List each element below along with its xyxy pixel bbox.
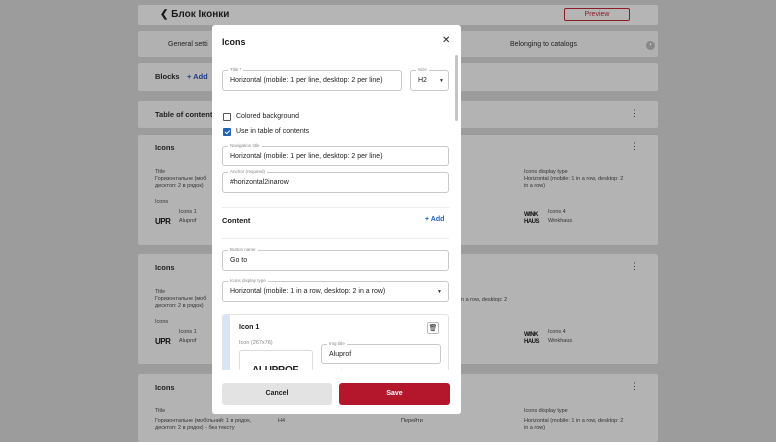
colored-background-label: Colored background	[236, 113, 300, 120]
card-title: Icons	[155, 143, 175, 152]
title-value-line2: десктоп: 2 в рядок)	[155, 303, 204, 309]
winkhaus-logo: WINK HAUS	[524, 212, 540, 225]
title-field-value: Horizontal (mobile: 1 per line, desktop:…	[230, 77, 383, 84]
title-value: Горизонтальне (мобільний: 1 в рядок,	[155, 418, 252, 424]
more-vertical-icon[interactable]: ⋮	[630, 261, 639, 272]
icon-4-label: Icons 4	[548, 209, 566, 215]
icon-1-label: Icons 1	[179, 329, 197, 335]
modal-footer: Cancel Save	[212, 370, 461, 414]
icon-1-name: Aluprof	[179, 218, 197, 224]
tab-more-icon[interactable]: ‹	[646, 41, 655, 50]
divider	[222, 207, 449, 208]
save-button[interactable]: Save	[339, 383, 450, 405]
title-value: Горизонтальне (моб	[155, 176, 207, 182]
display-type-value: Horizontal (mobile: 1 in a row, desktop:…	[524, 176, 624, 182]
more-vertical-icon[interactable]: ⋮	[630, 141, 639, 152]
aluprof-logo: UPR	[155, 217, 171, 226]
anchor-label: Anchor (required)	[228, 169, 268, 174]
use-in-toc-checkbox[interactable]	[223, 128, 231, 136]
title-label: Title	[155, 289, 166, 295]
anchor-value: #horizontal2inarow	[230, 179, 289, 186]
icon-4-name: Winkhaus	[548, 338, 573, 344]
heading-value: H4	[278, 418, 286, 424]
add-content-button[interactable]: + Add	[425, 216, 444, 223]
size-select-label: Size	[416, 67, 429, 72]
img-title-field[interactable]: Img title Aluprof	[321, 341, 441, 364]
aluprof-logo: UPR	[155, 337, 171, 346]
preview-button[interactable]: Preview	[564, 8, 630, 21]
title-label: Title	[155, 408, 166, 414]
button-name-value: Go to	[230, 257, 248, 264]
icon-4-name: Winkhaus	[548, 218, 573, 224]
display-type-value: Horizontal (mobile: 1 in a row, desktop:…	[524, 418, 624, 424]
modal-title: Icons	[222, 37, 246, 47]
winkhaus-logo: WINK HAUS	[524, 332, 540, 345]
button-value: Перейти	[401, 418, 423, 424]
icon-1-label: Icons 1	[179, 209, 197, 215]
img-title-label: Img title	[327, 341, 347, 346]
tab-belonging-to-catalogs[interactable]: Belonging to catalogs	[510, 41, 577, 48]
colored-background-checkbox[interactable]	[223, 113, 231, 121]
size-select[interactable]: Size H2 ▼	[410, 67, 449, 91]
trash-icon[interactable]: 🗑	[427, 322, 439, 334]
title-field[interactable]: Title * Horizontal (mobile: 1 per line, …	[222, 67, 402, 91]
icon-size-label: Icon (267x76)	[239, 340, 273, 346]
blocks-label: Blocks	[155, 72, 180, 81]
display-type-select[interactable]: Icons display type Horizontal (mobile: 1…	[222, 278, 449, 302]
content-title: Content	[222, 216, 251, 225]
page-title: ❮ Блок Іконки	[160, 9, 230, 20]
display-type-value-line2: in a row)	[524, 183, 546, 189]
title-field-label: Title *	[228, 67, 244, 72]
icon-1-name: Aluprof	[179, 338, 197, 344]
title-label: Title	[155, 169, 166, 175]
display-type-label: Icons display type	[524, 169, 568, 175]
card-title: Icons	[155, 263, 175, 272]
title-value-line2: десктоп: 2 в рядок)	[155, 183, 204, 189]
title-value: Горизонтальне (моб	[155, 296, 207, 302]
size-select-value: H2	[418, 77, 427, 84]
navigation-title-field[interactable]: Navigation title Horizontal (mobile: 1 p…	[222, 143, 449, 166]
anchor-field[interactable]: Anchor (required) #horizontal2inarow	[222, 169, 449, 193]
close-icon[interactable]: ✕	[442, 35, 450, 46]
display-type-label: Icons display type	[524, 408, 568, 414]
icon-4-label: Icons 4	[548, 329, 566, 335]
display-type-value: Horizontal (mobile: 1 in a row, desktop:…	[230, 288, 386, 295]
add-block-button[interactable]: + Add	[187, 72, 208, 81]
icon-item-title: Icon 1	[239, 324, 260, 331]
icons-modal: Icons ✕ Title * Horizontal (mobile: 1 pe…	[212, 25, 461, 414]
img-title-value: Aluprof	[329, 351, 352, 358]
tab-general-settings[interactable]: General setti	[168, 41, 208, 48]
chevron-left-icon[interactable]: ❮	[160, 9, 171, 20]
display-type-value: n a row, desktop: 2	[461, 297, 508, 303]
icons-label: Icons	[155, 319, 169, 325]
navigation-title-value: Horizontal (mobile: 1 per line, desktop:…	[230, 153, 383, 160]
button-name-label: Button name	[228, 247, 258, 252]
cancel-button[interactable]: Cancel	[222, 383, 332, 405]
title-value-line2: десктоп: 2 в рядок) - без тексту	[155, 425, 235, 431]
more-vertical-icon[interactable]: ⋮	[630, 108, 639, 119]
scrollbar[interactable]	[455, 55, 458, 121]
divider	[222, 238, 449, 239]
navigation-title-label: Navigation title	[228, 143, 262, 148]
toc-label: Table of contents	[155, 110, 217, 119]
use-in-toc-label: Use in table of contents	[236, 128, 310, 135]
more-vertical-icon[interactable]: ⋮	[630, 381, 639, 392]
display-type-value-line2: in a row)	[524, 425, 546, 431]
caret-down-icon: ▼	[437, 289, 442, 295]
display-type-label: Icons display type	[228, 278, 268, 283]
card-title: Icons	[155, 383, 175, 392]
button-name-field[interactable]: Button name Go to	[222, 247, 449, 271]
icons-label: Icons	[155, 199, 169, 205]
caret-down-icon: ▼	[439, 78, 444, 84]
